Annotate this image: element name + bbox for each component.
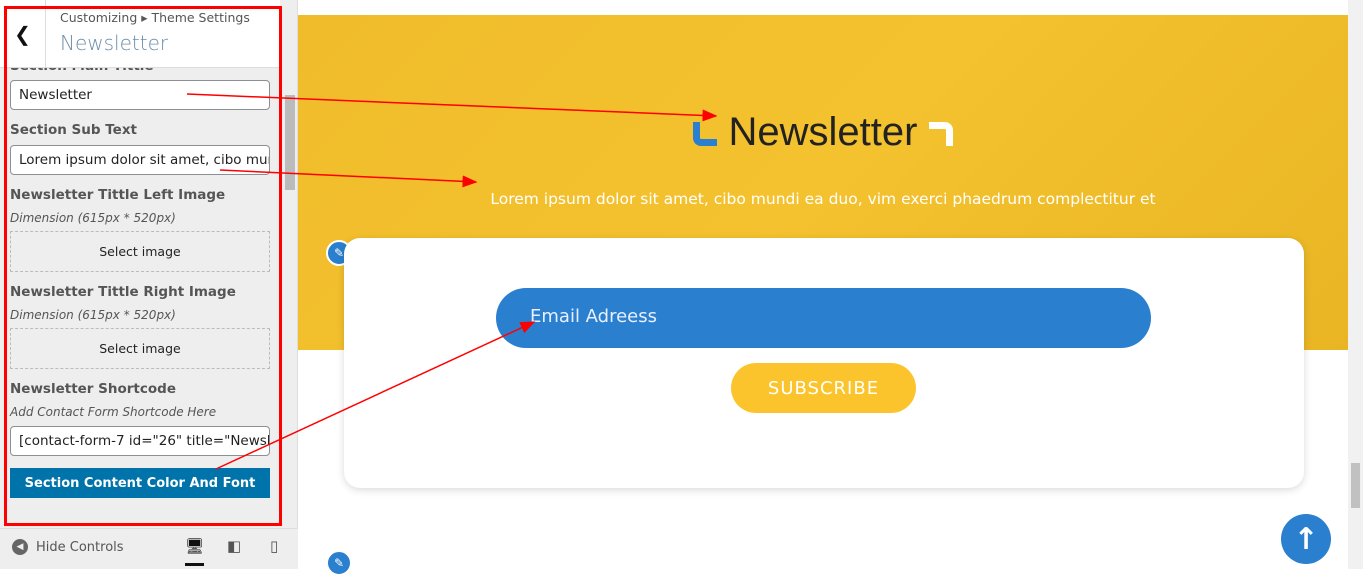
tablet-preview-icon[interactable]: ◧ — [227, 537, 241, 555]
panel-title: Newsletter — [60, 31, 169, 55]
customizer-sidebar: ❮ Customizing ▸ Theme Settings Newslette… — [0, 0, 298, 569]
newsletter-title-text: Newsletter — [728, 110, 918, 154]
shortcode-desc: Add Contact Form Shortcode Here — [10, 405, 217, 419]
back-button[interactable]: ❮ — [0, 0, 46, 68]
preview-scrollbar-thumb[interactable] — [1351, 463, 1360, 508]
shortcode-label: Newsletter Shortcode — [10, 381, 176, 397]
hide-controls-button[interactable]: ◀ Hide Controls — [12, 539, 124, 555]
newsletter-subtitle: Lorem ipsum dolor sit amet, cibo mundi e… — [490, 190, 1156, 208]
sub-text-label: Section Sub Text — [10, 122, 137, 138]
shortcode-input[interactable]: [contact-form-7 id="26" title="Newslette… — [10, 426, 270, 456]
right-image-label: Newsletter Tittle Right Image — [10, 284, 236, 300]
controls-panel: Section Main Tittle Newsletter Section S… — [0, 56, 282, 526]
hide-controls-label: Hide Controls — [36, 539, 124, 555]
newsletter-form-card: Email Adreess SUBSCRIBE — [344, 238, 1304, 488]
desktop-preview-icon[interactable]: 🖥 — [185, 537, 205, 566]
newsletter-title: Newsletter — [298, 110, 1348, 155]
select-right-image-button[interactable]: Select image — [10, 328, 270, 369]
site-preview: Newsletter Lorem ipsum dolor sit amet, c… — [298, 0, 1348, 576]
main-title-input[interactable]: Newsletter — [10, 80, 270, 110]
customizer-footer: ◀ Hide Controls 🖥 ◧ ▯ — [0, 528, 298, 569]
subscribe-button[interactable]: SUBSCRIBE — [731, 363, 916, 413]
left-image-desc: Dimension (615px * 520px) — [10, 211, 176, 225]
mobile-preview-icon[interactable]: ▯ — [270, 537, 278, 555]
right-bracket-icon — [929, 122, 954, 147]
edit-shortcut-pencil-icon[interactable]: ✎ — [326, 550, 352, 576]
sidebar-scrollbar[interactable] — [285, 95, 295, 190]
breadcrumb: Customizing ▸ Theme Settings — [60, 10, 250, 25]
select-left-image-button[interactable]: Select image — [10, 231, 270, 272]
scroll-to-top-button[interactable]: ↑ — [1281, 514, 1331, 564]
email-input[interactable]: Email Adreess — [496, 288, 1151, 348]
chevron-left-icon: ❮ — [14, 22, 31, 46]
collapse-icon: ◀ — [12, 539, 28, 555]
customizer-header: ❮ Customizing ▸ Theme Settings Newslette… — [0, 0, 280, 68]
left-bracket-icon — [692, 122, 717, 147]
right-image-desc: Dimension (615px * 520px) — [10, 308, 176, 322]
section-content-color-font-button[interactable]: Section Content Color And Font — [10, 468, 270, 498]
left-image-label: Newsletter Tittle Left Image — [10, 187, 226, 203]
sub-text-input[interactable]: Lorem ipsum dolor sit amet, cibo mundi — [10, 145, 270, 175]
